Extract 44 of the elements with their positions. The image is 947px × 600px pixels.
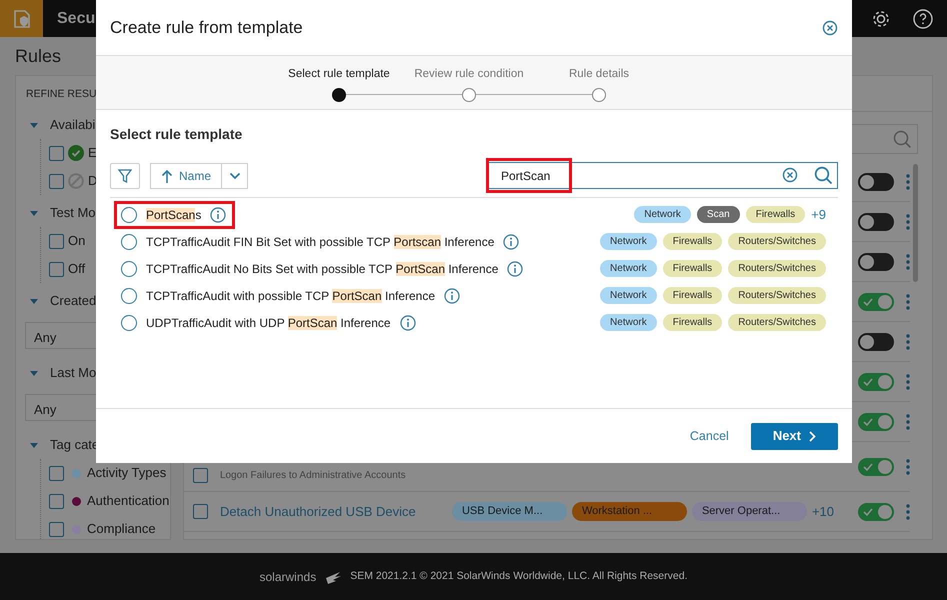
group-label: Created (50, 292, 96, 310)
tag: Network (600, 314, 657, 331)
tag: Network (600, 260, 657, 277)
group-label: Test Mo (50, 204, 96, 222)
step-label: Select rule template (288, 67, 390, 82)
tag: Workstation ... (572, 502, 687, 521)
option-label: Activity Types (87, 464, 166, 482)
section-title: Select rule template (110, 125, 244, 144)
copyright-text: SEM 2021.2.1 © 2021 SolarWinds Worldwide, LLC. All Rights Reserved. (350, 568, 688, 584)
page-title: Rules (15, 45, 62, 68)
tag: Network (600, 287, 657, 304)
tag: Firewalls (662, 314, 722, 331)
panel-heading: REFINE RESU (26, 88, 98, 101)
step-label: Rule details (568, 67, 630, 82)
option-label: Authentication (87, 492, 170, 510)
tag: Firewalls (662, 260, 722, 277)
tag: USB Device M... (452, 502, 567, 521)
tag: Network (600, 233, 657, 250)
tag: Network (634, 206, 691, 223)
template-name: TCPTrafficAudit with possible TCP PortScan Inference (146, 288, 436, 304)
tag: Firewalls (662, 233, 722, 250)
tag: Routers/Switches (728, 287, 826, 304)
tag: Scan (696, 206, 740, 223)
step-label: Review rule condition (414, 67, 524, 82)
dialog-title: Create rule from template (110, 16, 303, 39)
app-title: Secu (57, 8, 96, 28)
template-name: TCPTrafficAudit No Bits Set with possible TCP PortScan Inference (146, 260, 498, 278)
group-label: Availabi (50, 116, 96, 134)
group-label: Last Mo (50, 364, 96, 382)
option-label: Compliance (87, 520, 156, 538)
tag: Routers/Switches (728, 233, 826, 250)
tag: Routers/Switches (728, 314, 826, 331)
option-label: E (88, 144, 97, 162)
template-name: TCPTrafficAudit FIN Bit Set with possible TCP Portscan Inference (146, 234, 494, 250)
template-name: UDPTrafficAudit with UDP PortScan Inference (146, 314, 391, 332)
rule-description: Logon Failures to Administrative Accounts (220, 469, 406, 483)
template-name: PortScans (146, 206, 202, 224)
option-label: Off (68, 260, 86, 278)
tag: Routers/Switches (728, 260, 826, 277)
tag: Firewalls (746, 206, 806, 223)
option-label: On (68, 232, 86, 250)
tag: Firewalls (662, 287, 722, 304)
tag: Server Operat... (692, 502, 807, 521)
brand-name: solarwinds (260, 568, 316, 586)
